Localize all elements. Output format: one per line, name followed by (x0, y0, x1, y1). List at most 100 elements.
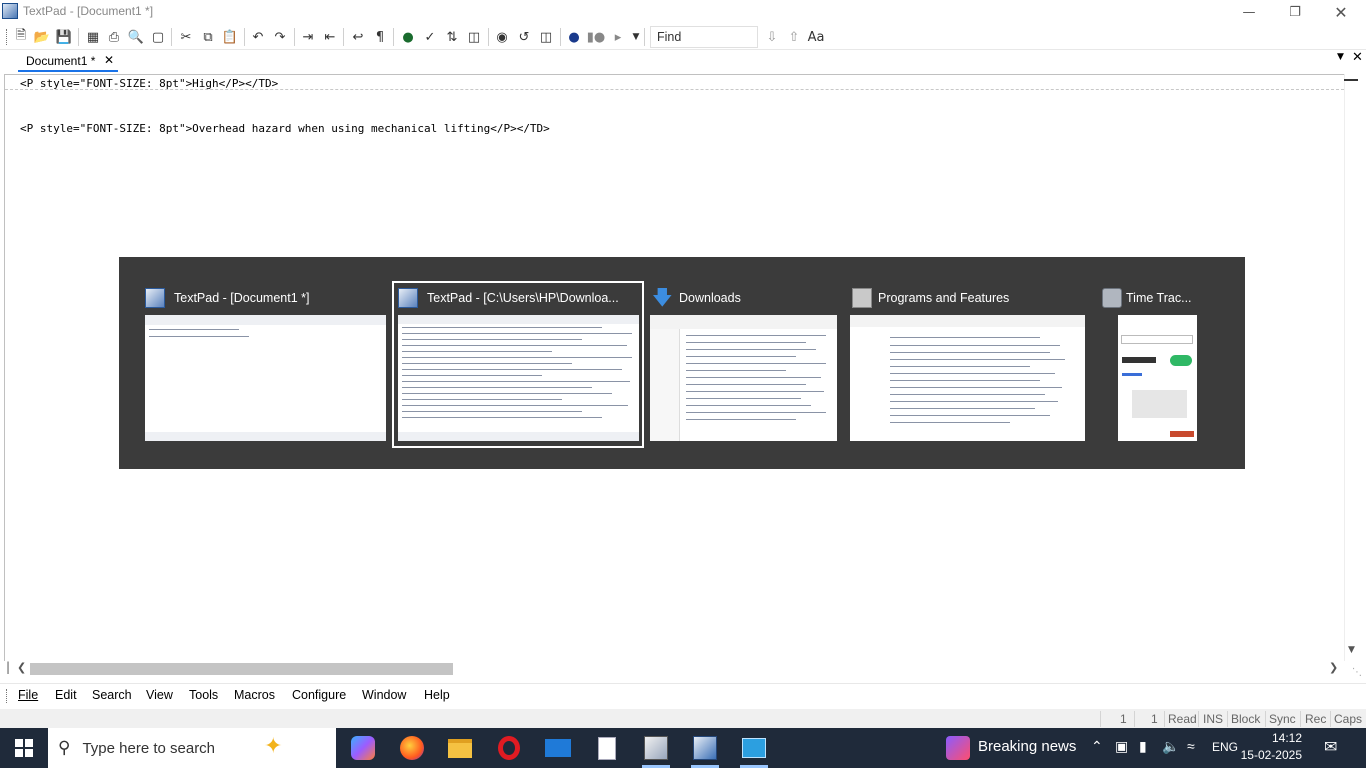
indent-icon[interactable]: ⇥ (298, 27, 318, 47)
undo-icon[interactable]: ↶ (248, 27, 268, 47)
switcher-item-title: TextPad - [Document1 *] (174, 291, 310, 305)
wifi-icon[interactable]: ≈ (1187, 738, 1195, 754)
find-next-icon[interactable]: ⇩ (762, 27, 782, 47)
switcher-item-textpad-downloads[interactable]: TextPad - [C:\Users\HP\Downloa... (398, 285, 640, 445)
status-divider (1265, 711, 1266, 727)
notifications-icon[interactable]: ✉ (1324, 737, 1337, 757)
breaking-news-widget[interactable]: Breaking news (978, 738, 1076, 755)
find-incrementally-input[interactable]: Find incrementally (650, 26, 758, 64)
save-all-icon[interactable]: ▦ (83, 27, 103, 47)
toolbar-divider (294, 28, 295, 46)
find-in-files-icon[interactable]: ◫ (536, 27, 556, 47)
close-button[interactable]: ✕ (1318, 0, 1364, 24)
copy-icon[interactable]: ⧉ (198, 27, 218, 47)
control-panel-icon[interactable] (732, 732, 776, 764)
print-preview-icon[interactable]: 🔍 (126, 27, 146, 47)
battery-icon[interactable]: ▮ (1139, 738, 1147, 755)
replace-icon[interactable]: ↺ (514, 27, 534, 47)
save-icon[interactable]: 💾 (54, 27, 74, 47)
scroll-left-icon[interactable]: ❮ (17, 661, 26, 674)
document-icon[interactable] (585, 732, 629, 764)
pilcrow-icon[interactable]: ¶ (370, 27, 390, 47)
toolbar-overflow-icon[interactable]: ▼ (626, 27, 646, 47)
split-handle[interactable] (1344, 79, 1358, 81)
print-icon[interactable]: ⎙ (104, 27, 124, 47)
taskbar-search-input[interactable]: ⚲ Type here to search ✦ (48, 728, 336, 768)
toolbar-divider (78, 28, 79, 46)
textpad-taskbar-icon-2[interactable] (683, 732, 727, 764)
open-file-icon[interactable]: 📂 (32, 27, 52, 47)
status-block-mode[interactable]: Block (1231, 712, 1260, 726)
status-read[interactable]: Read (1168, 712, 1197, 726)
menu-configure[interactable]: Configure (292, 688, 346, 702)
word-wrap-icon[interactable]: ↩ (348, 27, 368, 47)
tab-label: Document1 * (26, 54, 96, 68)
minimize-icon: — (1242, 4, 1256, 20)
resize-grip-icon[interactable]: ⋱ (1352, 667, 1362, 678)
clock-time[interactable]: 14:12 (1262, 731, 1302, 745)
status-sync[interactable]: Sync (1269, 712, 1296, 726)
paste-icon[interactable]: 📋 (220, 27, 240, 47)
find-icon[interactable]: ◉ (492, 27, 512, 47)
new-file-icon[interactable]: 🗎 (11, 27, 31, 47)
status-recording[interactable]: Rec (1305, 712, 1326, 726)
close-tab-icon[interactable]: ✕ (104, 53, 114, 67)
toolbar-divider (560, 28, 561, 46)
tab-document1[interactable]: Document1 * ✕ (18, 52, 118, 72)
menubar-grip[interactable] (6, 689, 9, 703)
textpad-taskbar-icon[interactable] (634, 732, 678, 764)
run-icon[interactable]: ▸ (608, 27, 628, 47)
show-hidden-icons-chevron-icon[interactable]: ⌃ (1091, 738, 1103, 755)
split-handle-horizontal[interactable]: | (6, 660, 10, 674)
menu-macros[interactable]: Macros (234, 688, 275, 702)
record-macro-icon[interactable]: ● (564, 27, 584, 47)
language-indicator[interactable]: ENG (1212, 740, 1238, 754)
copilot-icon[interactable] (341, 732, 385, 764)
menu-edit[interactable]: Edit (55, 688, 77, 702)
compare-icon[interactable]: ◫ (464, 27, 484, 47)
toolbar-grip[interactable] (6, 29, 9, 45)
clock-date[interactable]: 15-02-2025 (1236, 748, 1302, 762)
tab-list-chevron-icon[interactable]: ▼ (1337, 52, 1344, 62)
menu-view[interactable]: View (146, 688, 173, 702)
switcher-item-time-tracker[interactable]: Time Trac... (1100, 285, 1200, 445)
cut-icon[interactable]: ✂ (176, 27, 196, 47)
menu-file[interactable]: File (18, 688, 38, 702)
sort-icon[interactable]: ⇅ (442, 27, 462, 47)
scroll-down-icon[interactable]: ▼ (1348, 645, 1355, 655)
close-document-icon[interactable]: ✕ (1352, 50, 1363, 65)
scroll-right-icon[interactable]: ❯ (1329, 661, 1338, 674)
page-icon[interactable]: ▢ (148, 27, 168, 47)
menu-tools[interactable]: Tools (189, 688, 218, 702)
restore-button[interactable]: ❐ (1272, 0, 1318, 24)
menu-window[interactable]: Window (362, 688, 406, 702)
download-arrow-icon: 🡇 (652, 285, 673, 309)
switcher-item-downloads[interactable]: 🡇 Downloads (650, 285, 840, 445)
match-case-button[interactable]: Aa (806, 27, 826, 47)
menu-search[interactable]: Search (92, 688, 132, 702)
start-button[interactable] (0, 728, 48, 768)
firefox-icon[interactable] (390, 732, 434, 764)
switcher-item-programs-and-features[interactable]: Programs and Features (850, 285, 1088, 445)
vertical-scrollbar[interactable] (1344, 74, 1366, 661)
code-line: <P style="FONT-SIZE: 8pt">Overhead hazar… (20, 122, 550, 135)
find-previous-icon[interactable]: ⇧ (784, 27, 804, 47)
opera-icon[interactable] (487, 732, 531, 764)
switcher-item-title: TextPad - [C:\Users\HP\Downloa... (427, 291, 619, 305)
volume-icon[interactable]: 🔈 (1162, 738, 1179, 755)
file-explorer-icon[interactable] (438, 732, 482, 764)
mail-icon[interactable] (536, 732, 580, 764)
outdent-icon[interactable]: ⇤ (320, 27, 340, 47)
status-insert-mode[interactable]: INS (1203, 712, 1223, 726)
redo-icon[interactable]: ↷ (270, 27, 290, 47)
menu-help[interactable]: Help (424, 688, 450, 702)
horizontal-scroll-thumb[interactable] (30, 663, 453, 675)
toolbar-divider (393, 28, 394, 46)
meet-now-icon[interactable]: ▣ (1115, 738, 1128, 755)
switcher-item-textpad-document1[interactable]: TextPad - [Document1 *] (145, 285, 387, 445)
browser-icon[interactable]: ● (398, 27, 418, 47)
minimize-button[interactable]: — (1226, 0, 1272, 24)
news-icon[interactable] (946, 736, 970, 760)
play-macro-icon[interactable]: ▮● (586, 27, 606, 47)
spellcheck-icon[interactable]: ✓ (420, 27, 440, 47)
